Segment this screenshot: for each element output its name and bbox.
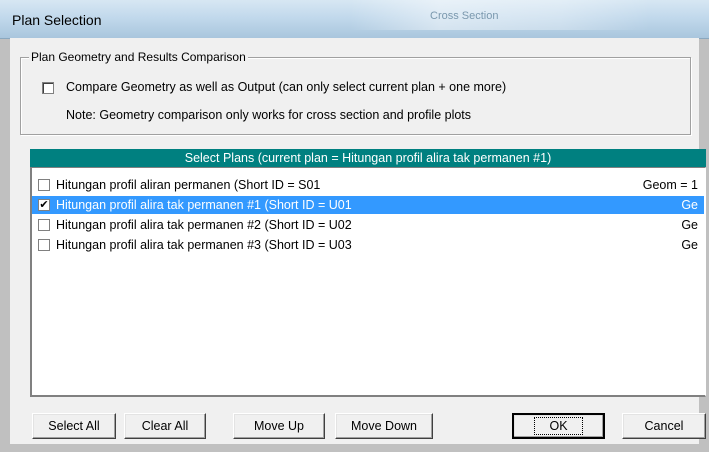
plan-row-s01[interactable]: Hitungan profil aliran permanen (Short I… [32,176,704,194]
plan-row-u01[interactable]: ✔ Hitungan profil alira tak permanen #1 … [32,196,704,214]
compare-geometry-checkbox[interactable] [42,82,54,94]
move-down-button[interactable]: Move Down [335,413,433,439]
comparison-group-legend: Plan Geometry and Results Comparison [29,50,248,64]
plan-checkbox-u01[interactable]: ✔ [38,199,50,211]
cancel-button[interactable]: Cancel [622,413,706,439]
plan-checkbox-u03[interactable] [38,239,50,251]
plan-checkbox-s01[interactable] [38,179,50,191]
comparison-groupbox [20,57,691,135]
plan-geom-s01: Geom = 1 [642,178,698,192]
plans-listbox[interactable]: Hitungan profil aliran permanen (Short I… [30,167,706,397]
plan-geom-u03: Ge [681,238,698,252]
background-window-title: Cross Section [430,10,499,22]
title-bar[interactable]: Cross Section Plan Selection [0,0,709,39]
plan-name-u02: Hitungan profil alira tak permanen #2 (S… [56,218,352,232]
ok-button-label: OK [534,417,583,435]
plan-row-u03[interactable]: Hitungan profil alira tak permanen #3 (S… [32,236,704,254]
background-window-title-blur [350,0,650,30]
compare-geometry-label[interactable]: Compare Geometry as well as Output (can … [66,80,506,94]
plan-name-s01: Hitungan profil aliran permanen (Short I… [56,178,321,192]
plan-checkbox-u02[interactable] [38,219,50,231]
move-up-button[interactable]: Move Up [233,413,325,439]
plan-geom-u02: Ge [681,218,698,232]
select-all-button[interactable]: Select All [32,413,116,439]
geometry-comparison-note: Note: Geometry comparison only works for… [66,108,472,122]
clear-all-button[interactable]: Clear All [124,413,206,439]
ok-button[interactable]: OK [512,413,605,439]
plan-name-u03: Hitungan profil alira tak permanen #3 (S… [56,238,352,252]
checkmark-icon: ✔ [39,199,49,211]
plan-geom-u01: Ge [681,198,698,212]
plans-list-header: Select Plans (current plan = Hitungan pr… [30,149,706,167]
window-title: Plan Selection [12,12,102,28]
plan-name-u01: Hitungan profil alira tak permanen #1 (S… [56,198,352,212]
plan-row-u02[interactable]: Hitungan profil alira tak permanen #2 (S… [32,216,704,234]
